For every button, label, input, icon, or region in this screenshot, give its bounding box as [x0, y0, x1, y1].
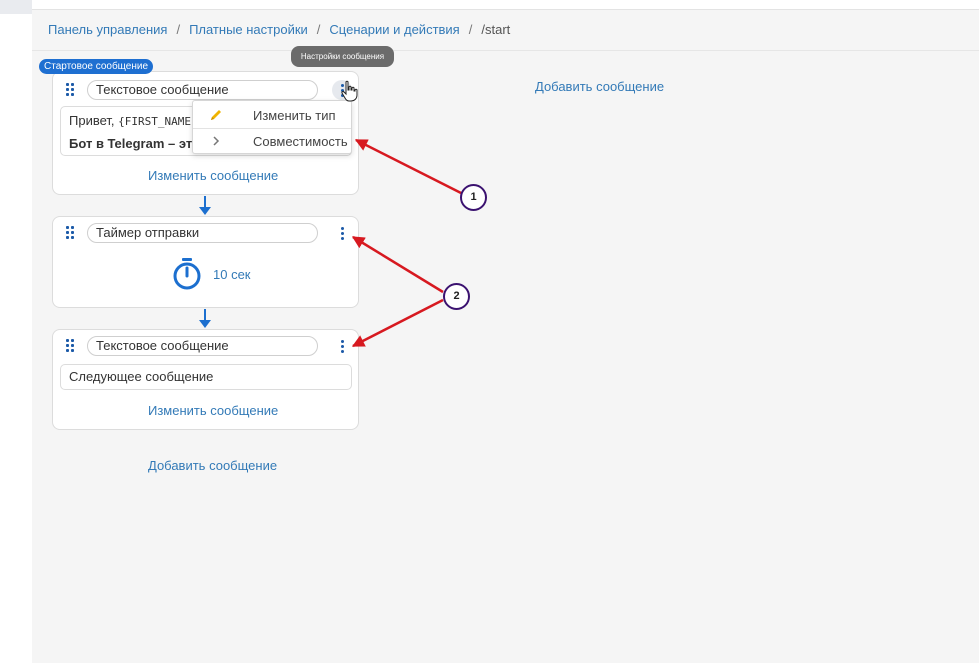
drag-handle-icon[interactable]: [66, 339, 76, 353]
flow-arrow-down-icon: [199, 196, 211, 215]
breadcrumb-current: /start: [481, 22, 511, 37]
callout-2: 2: [443, 283, 470, 310]
menu-item-change-type[interactable]: Изменить тип: [193, 102, 351, 128]
start-message-badge: Стартовое сообщение: [39, 59, 154, 74]
message-settings-button[interactable]: [332, 336, 352, 356]
callout-1: 1: [460, 184, 487, 211]
message-type-field[interactable]: Текстовое сообщение: [87, 80, 318, 100]
menu-item-label: Совместимость: [253, 133, 348, 149]
first-name-variable: {FIRST_NAME}: [118, 115, 198, 128]
left-strip-top: [0, 0, 32, 14]
message-type-field[interactable]: Таймер отправки: [87, 223, 318, 243]
more-dot: [340, 344, 344, 348]
message-settings-button[interactable]: [332, 223, 352, 243]
more-dot: [340, 231, 344, 235]
timer-card: Таймер отправки 10 сек: [52, 216, 359, 308]
add-message-link[interactable]: Добавить сообщение: [148, 458, 277, 473]
left-strip: [0, 0, 32, 663]
chevron-right-icon: [193, 136, 239, 146]
breadcrumb-item-dashboard[interactable]: Панель управления: [48, 22, 167, 37]
top-bar: [32, 0, 979, 10]
stopwatch-icon: [173, 258, 201, 290]
settings-tooltip: Настройки сообщения: [291, 46, 394, 67]
drag-handle-icon[interactable]: [66, 226, 76, 240]
breadcrumb-separator: /: [316, 22, 321, 37]
greeting-text: Привет,: [69, 113, 119, 128]
message-card-2: Текстовое сообщение Следующее сообщение …: [52, 329, 359, 430]
menu-item-label: Изменить тип: [253, 107, 336, 123]
breadcrumb-separator: /: [176, 22, 181, 37]
breadcrumb-item-paid-settings[interactable]: Платные настройки: [189, 22, 308, 37]
timer-value: 10 сек: [213, 266, 251, 282]
breadcrumb: Панель управления / Платные настройки / …: [48, 22, 510, 37]
breadcrumb-divider: [32, 50, 979, 51]
drag-handle-icon[interactable]: [66, 83, 76, 97]
breadcrumb-item-scenarios[interactable]: Сценарии и действия: [329, 22, 459, 37]
settings-dropdown-menu: Изменить тип Совместимость: [192, 100, 352, 154]
timer-display[interactable]: 10 сек: [171, 257, 251, 291]
edit-message-link[interactable]: Изменить сообщение: [148, 403, 278, 418]
menu-item-compatibility[interactable]: Совместимость: [193, 128, 351, 154]
flow-arrow-down-icon: [199, 309, 211, 328]
edit-message-link[interactable]: Изменить сообщение: [148, 168, 278, 183]
more-dot: [340, 236, 344, 240]
pencil-icon: [193, 108, 239, 122]
add-message-link[interactable]: Добавить сообщение: [535, 79, 664, 94]
more-dot: [340, 349, 344, 353]
more-dot: [340, 226, 344, 230]
message-type-field[interactable]: Текстовое сообщение: [87, 336, 318, 356]
message-text-preview[interactable]: Следующее сообщение: [60, 364, 352, 390]
hand-cursor-icon: [341, 80, 358, 102]
more-dot: [340, 339, 344, 343]
breadcrumb-separator: /: [468, 22, 473, 37]
